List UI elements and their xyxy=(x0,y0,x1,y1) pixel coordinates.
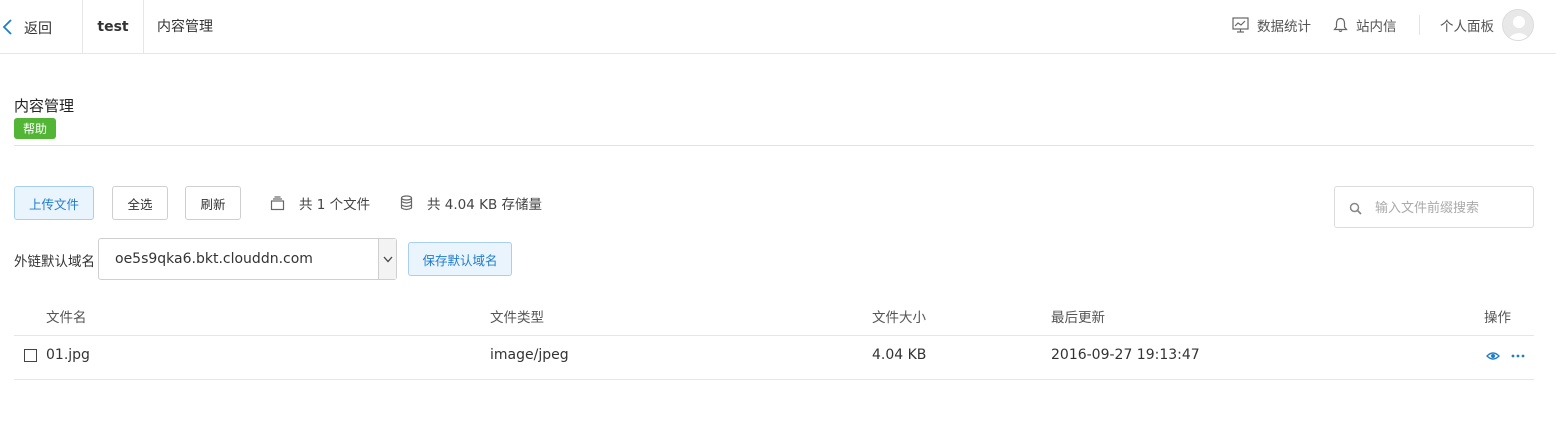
file-name-cell[interactable]: 01.jpg xyxy=(46,347,90,363)
search-icon xyxy=(1349,202,1362,215)
save-default-domain-button[interactable]: 保存默认域名 xyxy=(408,242,512,276)
bell-icon xyxy=(1333,17,1348,33)
table-header-divider xyxy=(14,335,1534,336)
storage-text: 共 4.04 KB 存储量 xyxy=(427,197,543,213)
file-count-stat: 共 1 个文件 xyxy=(270,193,370,213)
file-type-cell: image/jpeg xyxy=(490,347,569,363)
storage-stat: 共 4.04 KB 存储量 xyxy=(400,193,542,213)
profile-panel-label: 个人面板 xyxy=(1440,19,1494,35)
profile-panel-link[interactable]: 个人面板 xyxy=(1440,15,1494,35)
file-search-box[interactable] xyxy=(1334,186,1534,228)
eye-icon[interactable] xyxy=(1486,351,1500,361)
bucket-name-tab[interactable]: test xyxy=(83,0,144,53)
header-divider xyxy=(14,145,1534,146)
breadcrumb-content-management: 内容管理 xyxy=(157,19,213,35)
upload-file-button[interactable]: 上传文件 xyxy=(14,186,94,220)
stack-icon xyxy=(270,195,285,210)
last-updated-cell: 2016-09-27 19:13:47 xyxy=(1051,347,1200,363)
column-header-filename[interactable]: 文件名 xyxy=(46,306,87,326)
data-statistics-link[interactable]: 数据统计 xyxy=(1232,15,1311,35)
messages-link[interactable]: 站内信 xyxy=(1333,15,1397,35)
default-domain-select[interactable]: oe5s9qka6.bkt.clouddn.com xyxy=(98,238,397,280)
select-all-button[interactable]: 全选 xyxy=(112,186,168,220)
avatar[interactable] xyxy=(1502,9,1534,41)
default-domain-label: 外链默认域名 xyxy=(14,254,95,270)
column-header-filetype[interactable]: 文件类型 xyxy=(490,306,544,326)
top-navigation-bar: 返回 test 内容管理 数据统计 站内信 个人面板 xyxy=(0,0,1556,54)
file-size-cell: 4.04 KB xyxy=(872,347,927,363)
ellipsis-icon[interactable] xyxy=(1511,354,1525,358)
messages-label: 站内信 xyxy=(1356,19,1397,35)
column-header-last-updated[interactable]: 最后更新 xyxy=(1051,306,1105,326)
page-title: 内容管理 xyxy=(14,97,75,115)
column-header-filesize[interactable]: 文件大小 xyxy=(872,306,926,326)
data-statistics-label: 数据统计 xyxy=(1257,19,1311,35)
dropdown-arrow[interactable] xyxy=(378,239,396,279)
back-label: 返回 xyxy=(24,21,52,37)
row-checkbox[interactable] xyxy=(24,349,37,362)
database-icon xyxy=(400,195,413,211)
table-row-divider xyxy=(14,379,1534,380)
file-count-text: 共 1 个文件 xyxy=(299,197,371,213)
chart-icon xyxy=(1232,17,1249,33)
back-button[interactable]: 返回 xyxy=(0,0,83,53)
search-input[interactable] xyxy=(1375,197,1525,219)
chevron-left-icon xyxy=(2,19,12,35)
nav-divider xyxy=(1419,15,1420,35)
refresh-button[interactable]: 刷新 xyxy=(185,186,241,220)
help-badge[interactable]: 帮助 xyxy=(14,118,56,139)
user-icon xyxy=(1507,16,1531,40)
default-domain-value: oe5s9qka6.bkt.clouddn.com xyxy=(115,251,313,267)
column-header-actions: 操作 xyxy=(1484,310,1511,326)
chevron-down-icon xyxy=(383,256,392,262)
